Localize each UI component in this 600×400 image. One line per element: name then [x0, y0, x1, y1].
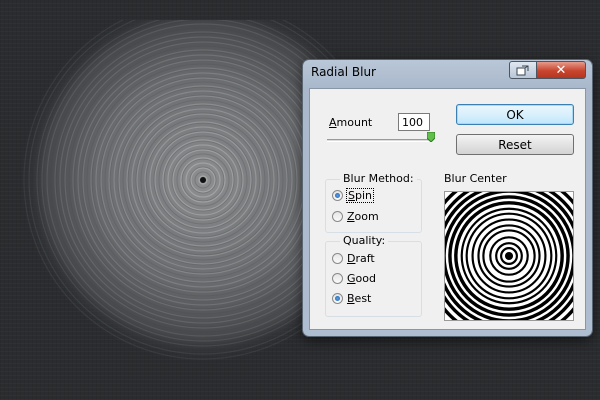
radio-label: Best	[347, 292, 372, 305]
radio-button-icon	[332, 211, 343, 222]
ok-button[interactable]: OK	[456, 104, 574, 125]
radio-label: Spin	[346, 188, 374, 203]
radio-label: Draft	[347, 252, 375, 265]
quality-draft-radio[interactable]: Draft	[332, 252, 375, 265]
radio-label: Zoom	[347, 210, 379, 223]
amount-slider-track[interactable]	[327, 139, 431, 142]
dialog-content: Amount OK Reset Blur Method: Spin Zoom Q…	[309, 88, 586, 330]
radio-button-icon	[332, 190, 343, 201]
blur-method-group: Blur Method: Spin Zoom	[325, 172, 422, 233]
radio-button-icon	[332, 273, 343, 284]
restore-window-button[interactable]	[509, 61, 537, 79]
blur-core	[200, 177, 206, 183]
quality-best-radio[interactable]: Best	[332, 292, 371, 305]
blur-method-zoom-radio[interactable]: Zoom	[332, 210, 379, 223]
blur-center-preview[interactable]	[444, 191, 574, 321]
close-button[interactable]: ✕	[536, 61, 586, 79]
blur-method-title: Blur Method:	[340, 172, 417, 185]
radio-button-icon	[332, 253, 343, 264]
blur-method-spin-radio[interactable]: Spin	[332, 188, 374, 203]
close-icon: ✕	[555, 62, 567, 78]
quality-group: Quality: Draft Good Best	[325, 234, 422, 317]
restore-window-icon	[516, 65, 529, 75]
quality-good-radio[interactable]: Good	[332, 272, 376, 285]
dialog-title: Radial Blur	[311, 65, 376, 79]
preview-center-dot	[506, 253, 512, 259]
amount-slider-thumb[interactable]	[427, 132, 435, 142]
radio-label: Good	[347, 272, 376, 285]
radio-button-icon	[332, 293, 343, 304]
amount-input[interactable]	[398, 113, 430, 131]
radial-blur-dialog: Radial Blur ✕ Amount OK Reset Blur Metho…	[303, 60, 592, 336]
reset-button[interactable]: Reset	[456, 134, 574, 155]
blur-center-label: Blur Center	[444, 172, 507, 185]
quality-title: Quality:	[340, 234, 389, 247]
amount-label: Amount	[329, 116, 373, 129]
